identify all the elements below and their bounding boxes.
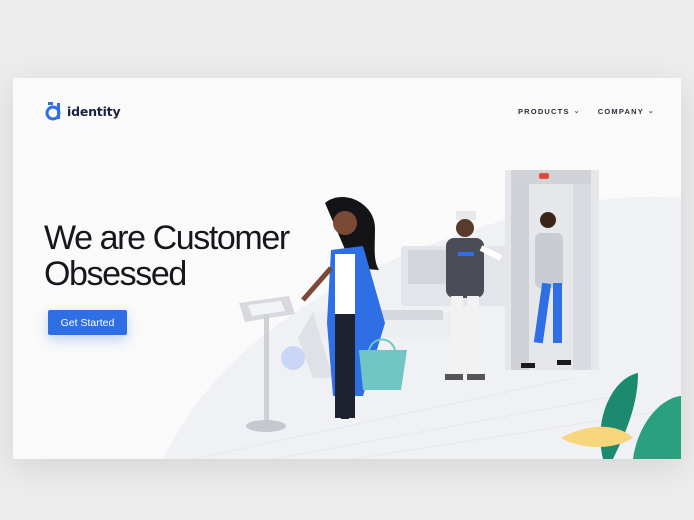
nav-item-products[interactable]: PRODUCTS ⌄ [518,107,581,116]
nav-item-company[interactable]: COMPANY ⌄ [598,107,655,116]
nav-item-label: PRODUCTS [517,107,570,116]
floor-lines [192,377,681,459]
kiosk-terminal-icon [239,296,305,432]
landing-page: identity PRODUCTS ⌄ COMPANY ⌄ We are Cus… [13,78,681,459]
get-started-button[interactable]: Get Started [48,310,127,335]
chevron-down-icon: ⌄ [573,107,581,115]
brand-logo[interactable]: identity [45,100,121,122]
plant-leaves-icon [561,373,681,459]
hero-title-line-2: Obsessed [44,255,187,293]
metal-detector-gate-icon [505,170,599,370]
traveler-icon [521,212,571,368]
hero-title-line-1: We are Customer [44,219,290,257]
hero-title: We are Customer Obsessed [44,220,364,292]
brand-name: identity [67,103,121,119]
security-guard-icon [445,211,503,380]
top-nav: PRODUCTS ⌄ COMPANY ⌄ [518,107,655,116]
nav-item-label: COMPANY [597,107,644,116]
chevron-down-icon: ⌄ [647,107,655,115]
identity-d-logo-icon [45,102,61,121]
